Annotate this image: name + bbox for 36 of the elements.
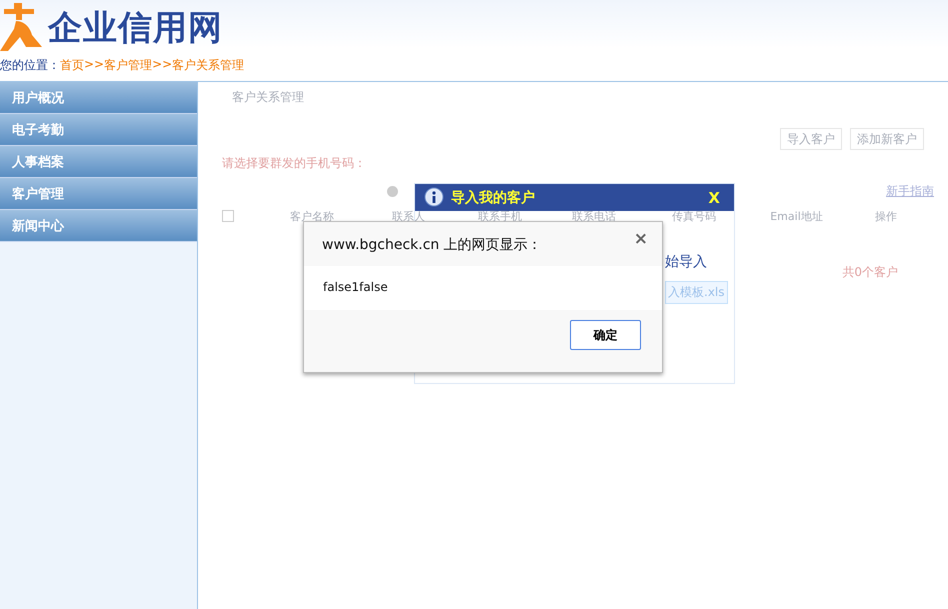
template-link[interactable]: 入模板.xls [665,281,728,304]
alert-title: www.bgcheck.cn 上的网页显示： [322,236,542,255]
column-header: 联系手机 [477,210,523,222]
toolbar-button[interactable]: 添加新客户 [850,128,924,150]
prompt-text: 请选择要群发的手机号码： [222,156,367,170]
column-header: 操作 [874,210,898,222]
alert-message: false1false [304,266,662,310]
close-button[interactable]: X [708,188,720,206]
guide-link[interactable]: 新手指南 [886,184,934,198]
logo-text: 企业信用网 [48,7,223,50]
dialog-title: 导入我的客户 [451,188,535,206]
ok-button[interactable]: 确定 [570,320,641,350]
customer-count: 共0个客户 [842,265,898,279]
page-title: 客户关系管理 [231,90,305,106]
close-button[interactable]: × [628,228,654,250]
select-all-checkbox[interactable] [222,210,234,222]
sidebar-item[interactable]: 电子考勤 [0,114,197,146]
breadcrumb-link[interactable]: 首页 [60,57,84,74]
column-header: 联系电话 [571,210,617,222]
radio-button[interactable] [387,186,398,196]
breadcrumb-link[interactable]: 客户关系管理 [172,57,244,74]
toolbar-button[interactable]: 导入客户 [780,128,842,150]
logo-figure-icon [0,3,44,53]
column-header: 传真号码 [671,210,717,222]
start-import-link[interactable]: 始导入 [665,253,707,271]
column-header: 客户名称 [289,210,335,222]
sidebar-item[interactable]: 人事档案 [0,146,197,178]
info-icon [423,186,445,208]
sidebar-item[interactable]: 新闻中心 [0,210,197,242]
breadcrumb-separator: >> [152,57,172,73]
column-header: Email地址 [769,210,824,222]
sidebar-item[interactable]: 用户概况 [0,82,197,114]
sidebar-item[interactable]: 客户管理 [0,178,197,210]
breadcrumb-label: 您的位置： [0,57,60,74]
breadcrumb-separator: >> [84,57,104,73]
breadcrumb-link[interactable]: 客户管理 [104,57,152,74]
